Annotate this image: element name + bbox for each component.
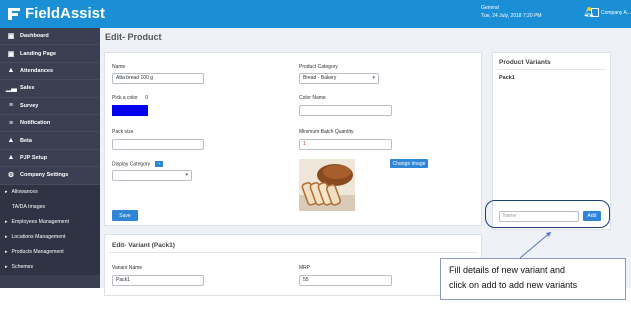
- pack-size-field[interactable]: [112, 139, 204, 150]
- sidebar-item-label: Notification: [20, 120, 51, 127]
- sidebar-subitem-label: Locations Management: [11, 234, 66, 241]
- sidebar: ▣ Dashboard ▣ Landing Page ▲ Attendances ▁▃…: [0, 28, 100, 288]
- min-batch-label: Minimum Batch Quantity: [299, 129, 354, 135]
- name-field[interactable]: Atta bread 100 g: [112, 73, 204, 84]
- color-value: 0: [145, 95, 149, 101]
- sidebar-item-label: Company Settings: [20, 172, 69, 179]
- person-icon: ▲: [7, 67, 15, 75]
- user-name: Company A...: [600, 9, 631, 16]
- caret-right-icon: ▸: [5, 249, 8, 256]
- color-label-text: Pick a color: [112, 95, 138, 101]
- person-icon: ▲: [7, 137, 15, 145]
- color-name-label: Color Name: [299, 95, 326, 101]
- chevron-down-icon: ▾: [185, 172, 188, 178]
- min-batch-field[interactable]: 1: [299, 139, 392, 150]
- sidebar-item-label: Landing Page: [20, 50, 57, 57]
- header-datetime: Tue, 24 July, 2018 7:20 PM: [481, 13, 542, 19]
- variant-form-title: Edit- Variant (Pack1): [112, 242, 175, 249]
- sidebar-subitem-locations-management[interactable]: ▸ Locations Management: [0, 229, 100, 245]
- display-category-select[interactable]: ▾: [112, 170, 192, 181]
- sidebar-subitem-label: TA/DA Images: [12, 204, 46, 211]
- sidebar-item-survey[interactable]: ≡ Survey: [0, 98, 100, 115]
- chevron-down-icon: ▾: [372, 75, 375, 81]
- change-image-button[interactable]: Change Image: [390, 159, 428, 168]
- variants-title: Product Variants: [499, 59, 551, 66]
- sidebar-item-notification[interactable]: ≡ Notification: [0, 115, 100, 133]
- callout-line-2: click on add to add new variants: [449, 280, 578, 290]
- sidebar-subitem-label: Employees Management: [11, 219, 69, 226]
- color-label: Pick a color 0: [112, 95, 148, 101]
- sidebar-subitem-allowances[interactable]: ▸ Allowances: [0, 184, 100, 200]
- sidebar-item-label: Survey: [20, 102, 39, 109]
- mrp-label: MRP: [299, 265, 311, 271]
- header-context[interactable]: General Tue, 24 July, 2018 7:20 PM: [481, 4, 581, 20]
- name-label: Name: [112, 64, 126, 70]
- sidebar-subitem-label: Schemes: [11, 264, 34, 271]
- sidebar-item-company-settings[interactable]: ⚙ Company Settings: [0, 167, 100, 185]
- bar-chart-icon: ▁▃: [6, 85, 17, 93]
- list-item[interactable]: Pack1: [499, 75, 515, 81]
- category-value: Bread - Bakery: [303, 75, 337, 81]
- monitor-icon: ▣: [7, 50, 15, 58]
- variant-form-card: Edit- Variant (Pack1) Variant Name Pack1…: [104, 234, 482, 296]
- sidebar-item-dashboard[interactable]: ▣ Dashboard: [0, 28, 100, 46]
- logo-mark-icon: [8, 7, 20, 20]
- sidebar-item-label: Attendances: [20, 67, 54, 74]
- sidebar-item-beta[interactable]: ▲ Beta: [0, 132, 100, 150]
- sidebar-subitem-employees-management[interactable]: ▸ Employees Management: [0, 214, 100, 230]
- category-select[interactable]: Bread - Bakery ▾: [299, 73, 379, 84]
- variant-name-label: Variant Name: [112, 265, 143, 271]
- sidebar-item-attendances[interactable]: ▲ Attendances: [0, 63, 100, 81]
- monitor-icon: ▣: [7, 33, 15, 41]
- header-context-name: General: [481, 5, 499, 11]
- app-name: FieldAssist: [25, 5, 106, 22]
- annotation-highlight: [485, 200, 610, 228]
- caret-right-icon: ▸: [5, 189, 8, 196]
- sidebar-item-label: Dashboard: [20, 33, 49, 40]
- save-button[interactable]: Save: [112, 210, 138, 221]
- sidebar-subitem-tada-images[interactable]: TA/DA Images: [0, 199, 100, 215]
- sidebar-item-label: Sales: [20, 85, 35, 92]
- sidebar-subitem-products-management[interactable]: ▸ Products Management: [0, 244, 100, 260]
- callout-line-1: Fill details of new variant and: [449, 265, 566, 275]
- sidebar-item-sales[interactable]: ▁▃ Sales: [0, 80, 100, 98]
- color-swatch[interactable]: [112, 105, 148, 116]
- sidebar-subitem-label: Products Management: [11, 249, 64, 256]
- person-icon: ▲: [7, 154, 15, 162]
- user-menu[interactable]: Company A...: [591, 8, 631, 17]
- divider: [497, 69, 606, 70]
- divider: [109, 252, 477, 253]
- main-content: Edit- Product Name Atta bread 100 g Prod…: [100, 28, 631, 296]
- add-category-button[interactable]: +: [155, 161, 164, 167]
- page-title: Edit- Product: [105, 32, 162, 42]
- sidebar-item-pjp-setup[interactable]: ▲ PJP Setup: [0, 150, 100, 168]
- pack-size-label: Pack size: [112, 129, 134, 135]
- category-label: Product Category: [299, 64, 338, 70]
- annotation-callout: Fill details of new variant and click on…: [440, 258, 626, 300]
- top-bar: FieldAssist General Tue, 24 July, 2018 7…: [0, 0, 631, 28]
- caret-right-icon: ▸: [5, 219, 8, 226]
- company-icon: [591, 8, 599, 17]
- caret-right-icon: ▸: [5, 234, 8, 241]
- gears-icon: ⚙: [7, 172, 15, 180]
- display-category-label-text: Display Category: [112, 161, 151, 168]
- sidebar-subitem-schemes[interactable]: ▸ Schemes: [0, 259, 100, 275]
- caret-right-icon: ▸: [5, 264, 8, 271]
- sidebar-subitem-label: Allowances: [11, 189, 38, 196]
- variant-name-field[interactable]: Pack1: [112, 275, 204, 286]
- display-category-label: Display Category +: [112, 161, 164, 168]
- product-form-card: Name Atta bread 100 g Product Category B…: [104, 52, 482, 226]
- sliders-icon: ≡: [8, 119, 14, 127]
- mrp-field[interactable]: 55: [299, 275, 392, 286]
- sidebar-item-label: Beta: [20, 137, 32, 144]
- product-image: [299, 159, 355, 211]
- sidebar-item-label: PJP Setup: [20, 154, 48, 161]
- sidebar-item-landing-page[interactable]: ▣ Landing Page: [0, 45, 100, 63]
- color-name-field[interactable]: [299, 105, 392, 116]
- app-logo[interactable]: FieldAssist: [6, 5, 105, 22]
- sliders-icon: ≡: [8, 102, 14, 110]
